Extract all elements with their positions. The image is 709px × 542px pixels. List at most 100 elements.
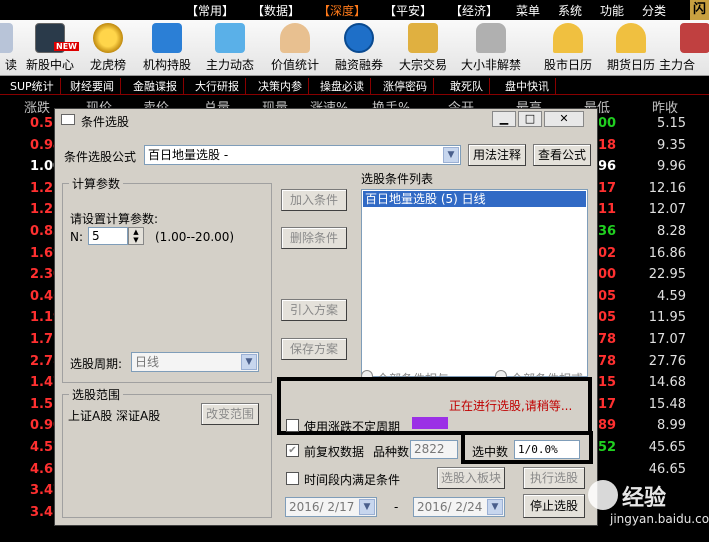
menu-pingan[interactable]: 【平安】 [384, 2, 432, 19]
tab-flash[interactable]: 盘中快讯 [505, 78, 556, 94]
tool-new-stock[interactable]: NEW 新股中心 [20, 20, 80, 76]
to-block-button[interactable]: 选股入板块 [437, 467, 505, 489]
flash-button[interactable]: 闪 [690, 0, 709, 20]
condition-select-dialog: 条件选股 ▁ □ ✕ 条件选股公式 百日地量选股 - ▼ 用法注释 查看公式 计… [54, 108, 598, 526]
col-change[interactable]: 涨跌 [24, 97, 50, 116]
stock-app-window: 【常用】 【数据】 【深度】 【平安】 【经济】 菜单 系统 功能 分类 闪 读… [0, 0, 709, 542]
selected-label: 选中数 [472, 445, 509, 459]
row-low-value: 52 [598, 440, 617, 455]
close-button[interactable]: ✕ [544, 111, 584, 127]
row-low-value: 89 [598, 418, 617, 434]
view-formula-button[interactable]: 查看公式 [533, 144, 591, 166]
variety-label: 品种数 [373, 445, 410, 459]
tab-dare-team[interactable]: 敢死队 [450, 78, 490, 94]
row-low-value: 02 [598, 245, 617, 261]
param-n-input[interactable]: 5 [88, 227, 128, 245]
row-prev-close-value: 9.96 [657, 159, 686, 175]
row-low-value: 11 [598, 202, 617, 218]
tool-label: 股市日历 [543, 58, 592, 72]
selected-value: 1/0.0% [514, 440, 580, 459]
menu-function[interactable]: 功能 [600, 2, 624, 19]
chevron-down-icon[interactable]: ▼ [443, 147, 459, 163]
chevron-down-icon[interactable]: ▼ [487, 499, 503, 515]
calendar-icon [553, 23, 583, 53]
time-satisfy-checkbox[interactable] [286, 472, 299, 485]
variety-value: 2822 [410, 440, 458, 459]
calc-params-title: 计算参数 [69, 175, 124, 192]
new-badge: NEW [54, 42, 79, 51]
tab-finance-news[interactable]: 财经要闻 [70, 78, 121, 94]
dialog-titlebar[interactable]: 条件选股 ▁ □ ✕ [55, 109, 597, 131]
tab-sup[interactable]: SUP统计 [10, 78, 61, 94]
tool-margin[interactable]: 融资融券 [329, 20, 389, 76]
row-prev-close-value: 9.35 [657, 137, 686, 153]
condition-list-item[interactable]: 百日地量选股 (5) 日线 [363, 191, 586, 207]
menu-data[interactable]: 【数据】 [252, 2, 300, 19]
row-low-value: 78 [598, 332, 617, 347]
col-prev-close[interactable]: 昨收 [652, 97, 678, 116]
date-to-picker[interactable]: 2016/ 2/24 ▼ [413, 497, 505, 517]
row-low-value: 78 [598, 353, 617, 369]
execute-button[interactable]: 执行选股 [523, 467, 585, 489]
condition-list[interactable]: 百日地量选股 (5) 日线 [361, 189, 588, 377]
stop-button[interactable]: 停止选股 [523, 494, 585, 518]
range-value: 上证A股 深证A股 [68, 409, 161, 423]
maximize-button[interactable]: □ [518, 111, 542, 127]
tool-label: 大小非解禁 [460, 58, 521, 72]
tab-limit-up[interactable]: 涨停密码 [383, 78, 434, 94]
tab-decision[interactable]: 决策内参 [258, 78, 309, 94]
menu-common[interactable]: 【常用】 [186, 2, 234, 19]
lock-icon [476, 23, 506, 53]
date-from-picker[interactable]: 2016/ 2/17 ▼ [285, 497, 377, 517]
change-range-button[interactable]: 改变范围 [201, 403, 259, 425]
undetermined-period-checkbox[interactable] [286, 419, 299, 432]
row-low-value: 18 [598, 137, 617, 153]
paw-icon [588, 480, 618, 510]
coins-icon [408, 23, 438, 53]
save-plan-button[interactable]: 保存方案 [281, 338, 347, 360]
row-prev-close-value: 8.28 [657, 224, 686, 239]
tool-institution[interactable]: 机构持股 [137, 20, 197, 76]
tab-finance-intel[interactable]: 金融谍报 [133, 78, 184, 94]
row-prev-close-value: 27.76 [648, 353, 686, 369]
menu-economy[interactable]: 【经济】 [450, 2, 498, 19]
watermark-main: 经验 [622, 486, 667, 511]
usage-notes-button[interactable]: 用法注释 [468, 144, 526, 166]
row-low-value: 00 [598, 116, 617, 131]
row-low-value: 05 [598, 310, 617, 326]
tool-block-trade[interactable]: 大宗交易 [393, 20, 453, 76]
tool-label: 主力合 [659, 58, 696, 72]
param-n-spinner[interactable]: ▲ ▼ [128, 227, 144, 245]
tool-main-force[interactable]: 主力动态 [200, 20, 260, 76]
delete-condition-button[interactable]: 删除条件 [281, 227, 347, 249]
minimize-button[interactable]: ▁ [492, 111, 516, 127]
line-chart-icon [215, 23, 245, 53]
chevron-down-icon[interactable]: ▼ [241, 354, 257, 370]
row-prev-close-value: 12.16 [648, 180, 686, 196]
tool-label: 机构持股 [142, 58, 191, 72]
tab-must-read[interactable]: 操盘必读 [320, 78, 371, 94]
tool-value-stats[interactable]: 价值统计 [265, 20, 325, 76]
tab-research[interactable]: 大行研报 [195, 78, 246, 94]
tool-dragon-tiger[interactable]: 龙虎榜 [78, 20, 138, 76]
row-prev-close-value: 12.07 [648, 202, 686, 218]
menu-depth[interactable]: 【深度】 [318, 2, 366, 19]
tool-label: 期货日历 [606, 58, 655, 72]
formula-select[interactable]: 百日地量选股 - ▼ [144, 145, 461, 165]
menu-system[interactable]: 系统 [558, 2, 582, 19]
row-prev-close-value: 5.15 [657, 116, 686, 131]
menu-main[interactable]: 菜单 [516, 2, 540, 19]
add-condition-button[interactable]: 加入条件 [281, 189, 347, 211]
chevron-down-icon[interactable]: ▼ [359, 499, 375, 515]
tool-futures-calendar[interactable]: 期货日历 [601, 20, 661, 76]
import-plan-button[interactable]: 引入方案 [281, 299, 347, 321]
tool-label: 融资融券 [334, 58, 383, 72]
tool-unlock[interactable]: 大小非解禁 [461, 20, 521, 76]
prior-adjust-checkbox[interactable]: ✔ [286, 444, 299, 457]
menu-category[interactable]: 分类 [642, 2, 666, 19]
date-from-value: 2016/ 2/17 [289, 500, 355, 514]
tool-main-contract[interactable]: 主力合 [659, 20, 709, 76]
period-select[interactable]: 日线 ▼ [131, 352, 259, 372]
tool-stock-calendar[interactable]: 股市日历 [538, 20, 598, 76]
undetermined-period-label: 使用涨跌不定周期 [304, 420, 401, 434]
